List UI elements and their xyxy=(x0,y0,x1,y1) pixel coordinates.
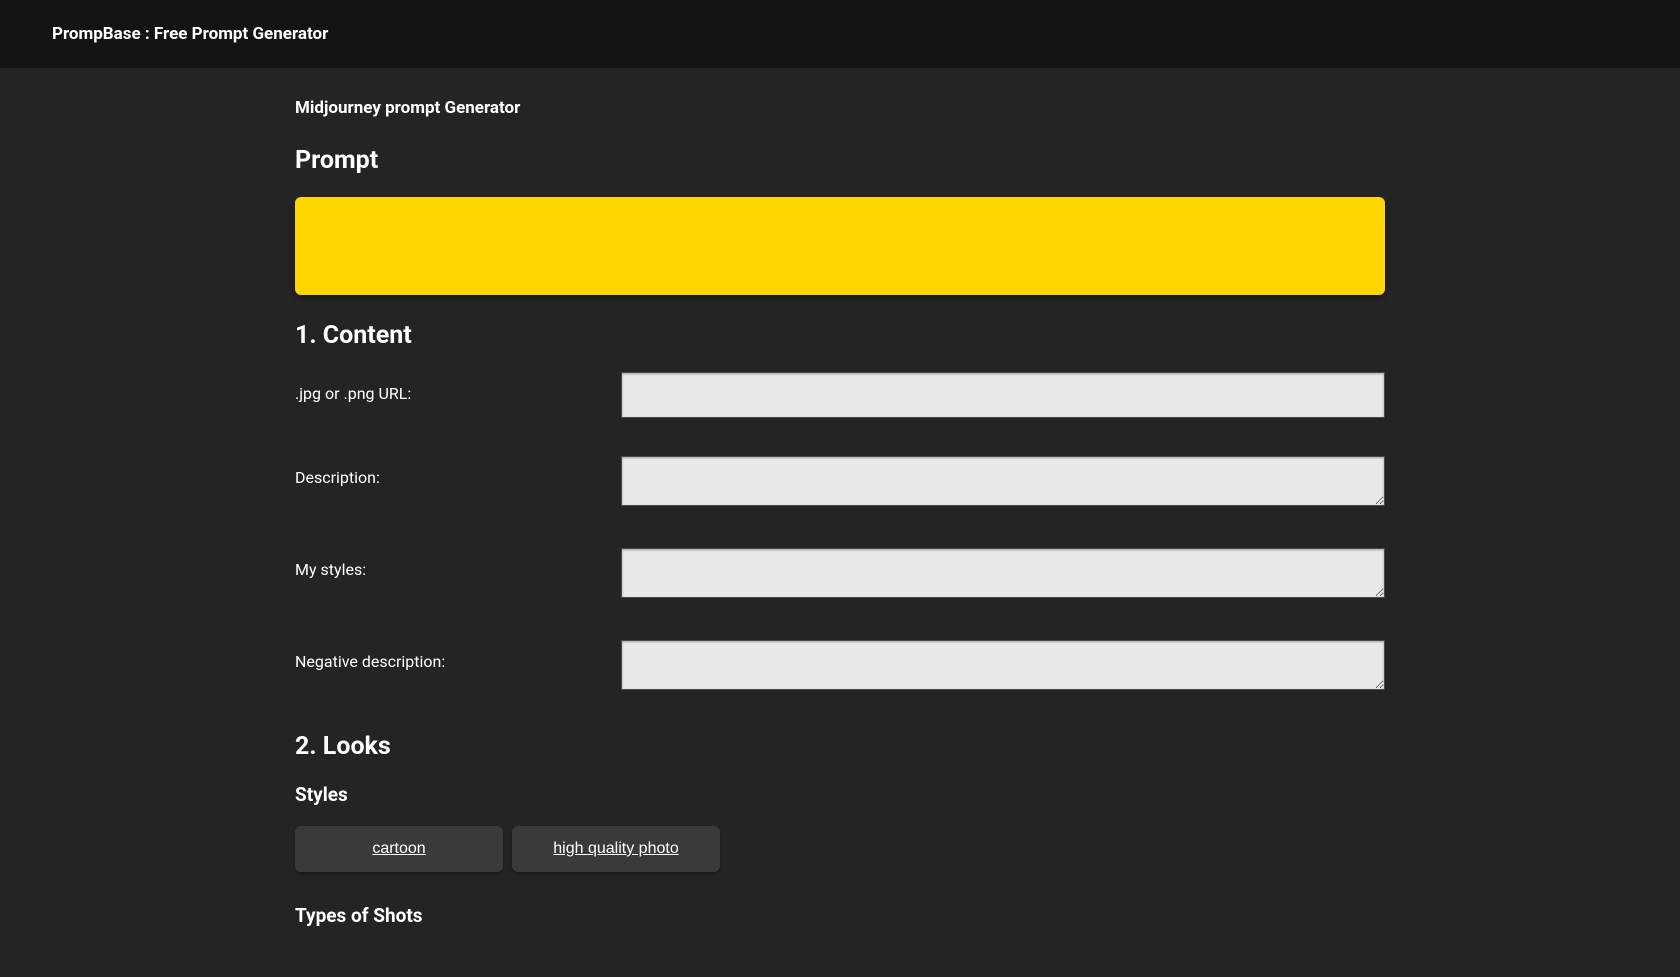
url-input[interactable] xyxy=(621,372,1385,418)
main-container: Midjourney prompt Generator Prompt 1. Co… xyxy=(295,68,1385,977)
negative-label: Negative description: xyxy=(295,640,621,671)
style-chip-cartoon[interactable]: cartoon xyxy=(295,826,503,872)
mystyles-field-row: My styles: xyxy=(295,548,1385,602)
styles-subheading: Styles xyxy=(295,783,1385,806)
looks-heading: 2. Looks xyxy=(295,732,1385,761)
app-title: PrompBase : Free Prompt Generator xyxy=(52,24,328,44)
content-heading: 1. Content xyxy=(295,321,1385,350)
mystyles-label: My styles: xyxy=(295,548,621,579)
description-field-row: Description: xyxy=(295,456,1385,510)
negative-input[interactable] xyxy=(621,640,1385,690)
mystyles-input[interactable] xyxy=(621,548,1385,598)
url-label: .jpg or .png URL: xyxy=(295,372,621,403)
page-subtitle: Midjourney prompt Generator xyxy=(295,98,1385,118)
negative-field-row: Negative description: xyxy=(295,640,1385,694)
prompt-heading: Prompt xyxy=(295,146,1385,175)
styles-chip-row: cartoon high quality photo xyxy=(295,826,1385,872)
style-chip-high-quality-photo[interactable]: high quality photo xyxy=(512,826,720,872)
description-input[interactable] xyxy=(621,456,1385,506)
url-field-row: .jpg or .png URL: xyxy=(295,372,1385,418)
description-label: Description: xyxy=(295,456,621,487)
prompt-output-box[interactable] xyxy=(295,197,1385,295)
shots-subheading: Types of Shots xyxy=(295,904,1385,927)
app-header: PrompBase : Free Prompt Generator xyxy=(0,0,1680,68)
